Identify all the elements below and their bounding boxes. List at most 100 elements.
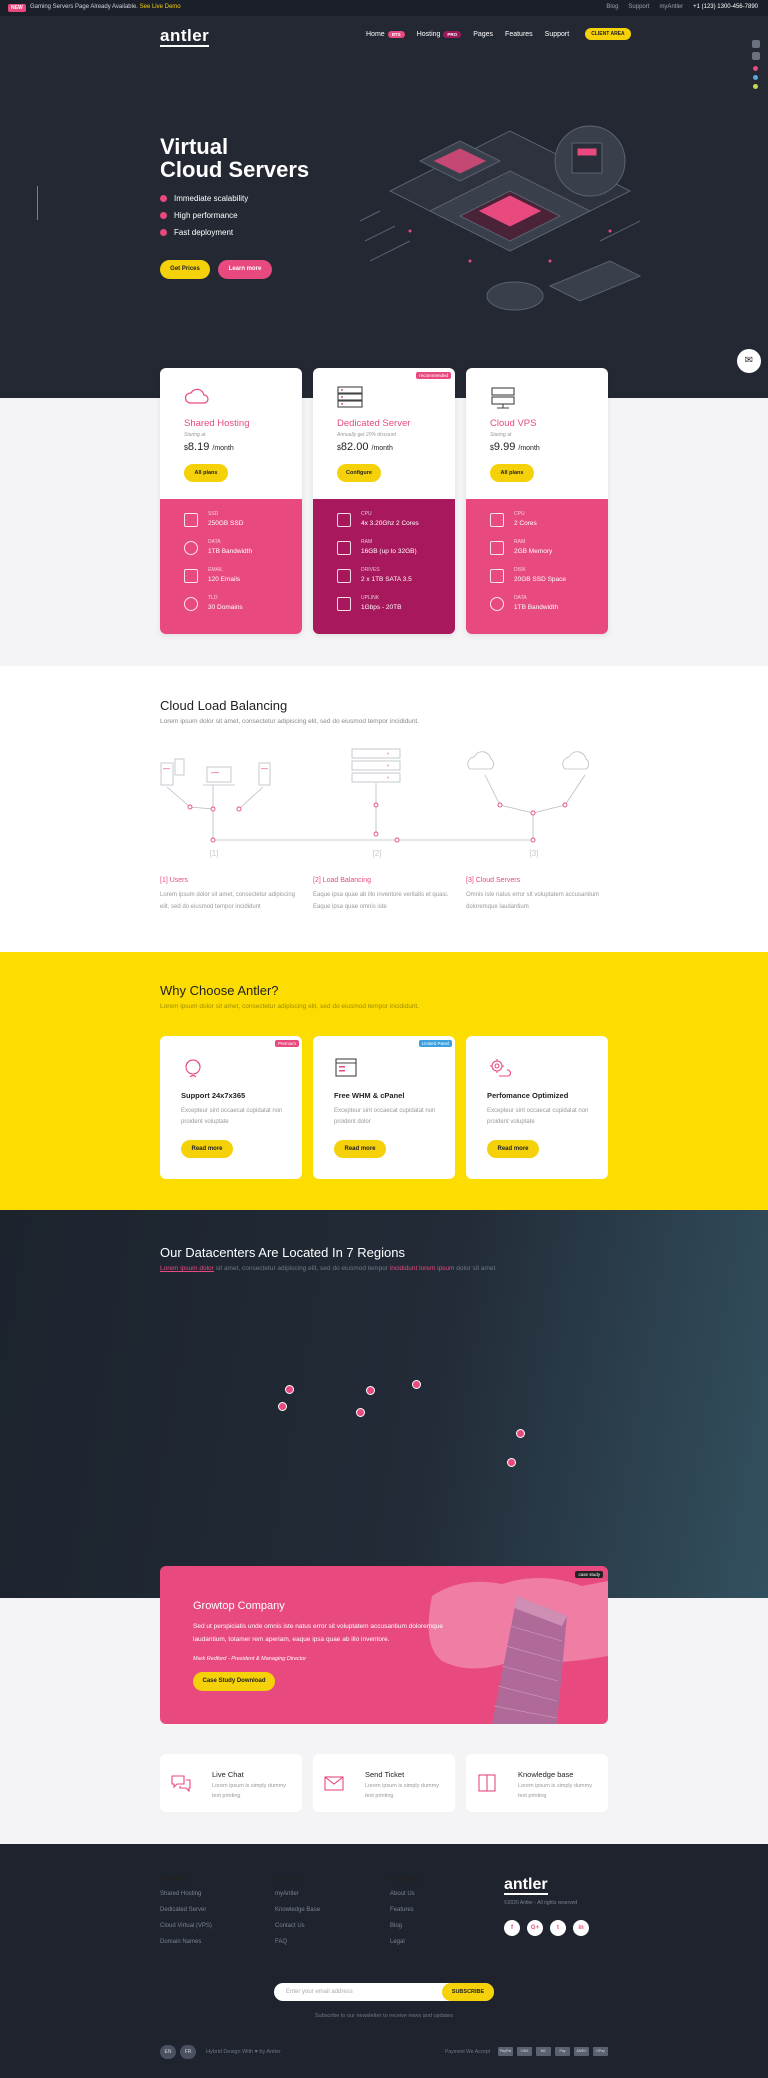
all-plans-button[interactable]: All plans	[184, 464, 228, 482]
price-period: /month	[518, 445, 540, 452]
datacenter-pin[interactable]	[356, 1408, 365, 1417]
feature-card-title: Free WHM & cPanel	[334, 1091, 405, 1100]
lb-column-title: [2] Load Balancing	[313, 877, 371, 884]
support-card-title: Knowledge base	[518, 1770, 574, 1779]
facebook-icon[interactable]: f	[504, 1920, 520, 1936]
mail-float-button[interactable]: ✉	[737, 349, 761, 373]
myantler-link[interactable]: myAntler	[659, 4, 683, 10]
color-swatch-green[interactable]	[753, 84, 758, 89]
client-area-button[interactable]: CLIENT AREA	[585, 28, 631, 40]
amex-icon: AMEX	[574, 2047, 589, 2056]
new-badge: NEW	[8, 4, 26, 12]
live-demo-link[interactable]: See Live Demo	[140, 4, 181, 10]
nav-support[interactable]: Support	[545, 31, 570, 38]
footer-link[interactable]: Shared Hosting	[160, 1891, 212, 1907]
mastercard-icon: MC	[536, 2047, 551, 2056]
footer-link[interactable]: Legal	[390, 1939, 422, 1955]
footer-link[interactable]: FAQ	[275, 1939, 320, 1955]
book-icon	[478, 1774, 496, 1792]
subscribe-form: Enter your email address SUBSCRIBE	[274, 1983, 494, 2001]
footer-link[interactable]: myAntler	[275, 1891, 320, 1907]
footer	[0, 1844, 768, 2078]
feature-item: Fast deployment	[160, 224, 248, 241]
all-plans-button[interactable]: All plans	[490, 464, 534, 482]
spec-value: 4x 3.20Ghz 2 Cores	[361, 520, 419, 527]
feature-item: High performance	[160, 207, 248, 224]
server-icon	[491, 387, 515, 409]
spec-label: SSD	[208, 511, 219, 517]
support-card[interactable]: Knowledge base Lorem ipsum is simply dum…	[466, 1754, 608, 1812]
footer-logo[interactable]: antler	[504, 1876, 548, 1895]
case-study-text: Sed ut perspiciatis unde omnis iste natu…	[193, 1623, 444, 1643]
drive-icon	[337, 569, 351, 583]
linkedin-icon[interactable]: in	[573, 1920, 589, 1936]
plan-price: $82.00 /month	[337, 441, 393, 453]
read-more-button[interactable]: Read more	[181, 1140, 233, 1158]
nav-features[interactable]: Features	[505, 31, 533, 38]
datacenter-pin[interactable]	[285, 1385, 294, 1394]
memory-icon	[490, 541, 504, 555]
spec-value: 2 Cores	[514, 520, 537, 527]
language-en[interactable]: EN	[160, 2045, 176, 2059]
spec-label: DISK	[514, 567, 526, 573]
datacenter-pin[interactable]	[412, 1380, 421, 1389]
footer-link[interactable]: Contact Us	[275, 1923, 320, 1939]
uplink-icon	[337, 597, 351, 611]
read-more-button[interactable]: Read more	[334, 1140, 386, 1158]
envelope-icon	[324, 1776, 344, 1791]
google-plus-icon[interactable]: G+	[527, 1920, 543, 1936]
spec-value: 1Gbps - 20TB	[361, 604, 402, 611]
logo[interactable]: antler	[160, 26, 210, 47]
footer-link[interactable]: Domain Names	[160, 1939, 212, 1955]
footer-link[interactable]: Knowledge Base	[275, 1907, 320, 1923]
language-fr[interactable]: FR	[180, 2045, 196, 2059]
footer-link[interactable]: Blog	[390, 1923, 422, 1939]
nav-hosting[interactable]: Hosting PRO	[417, 30, 462, 38]
section-subtitle: Lorem ipsum dolor sit amet, consectetur …	[160, 1265, 495, 1272]
case-study-download-button[interactable]: Case Study Download	[193, 1672, 275, 1691]
case-study-tag: case study	[575, 1571, 603, 1578]
phone-link[interactable]: +1 (123) 1300-456-7890	[693, 4, 758, 10]
footer-link[interactable]: Cloud Virtual (VPS)	[160, 1923, 212, 1939]
blog-link[interactable]: Blog	[606, 4, 618, 10]
learn-more-button[interactable]: Learn more	[218, 260, 272, 279]
datacenter-pin[interactable]	[278, 1402, 287, 1411]
subscribe-button[interactable]: SUBSCRIBE	[442, 1983, 494, 2001]
price-value: 9.99	[493, 441, 516, 453]
spec-label: RAM	[361, 539, 373, 545]
configure-button[interactable]: Configure	[337, 464, 381, 482]
support-card[interactable]: Live Chat Lorem ipsum is simply dummy te…	[160, 1754, 302, 1812]
gear-cloud-icon	[490, 1059, 511, 1077]
color-swatch-pink[interactable]	[753, 66, 758, 71]
plan-starting: Annually get 20% discount	[337, 432, 396, 438]
pricing-card-vps: Cloud VPS Staring at $9.99 /month All pl…	[466, 368, 608, 634]
subscribe-note: Subscribe to our newsletter to receive n…	[314, 2013, 454, 2019]
cart-icon[interactable]	[752, 40, 760, 48]
settings-icon[interactable]	[752, 52, 760, 60]
subtitle-text: sit amet, consectetur adipiscing elit, s…	[215, 1265, 388, 1272]
nav-home[interactable]: Home BTS	[366, 30, 405, 38]
footer-link[interactable]: About Us	[390, 1891, 422, 1907]
support-card[interactable]: Send Ticket Lorem ipsum is simply dummy …	[313, 1754, 455, 1812]
cloud-icon	[184, 388, 209, 404]
datacenter-pin[interactable]	[366, 1386, 375, 1395]
spec-label: DATA	[514, 595, 527, 601]
footer-link[interactable]: Features	[390, 1907, 422, 1923]
get-prices-button[interactable]: Get Prices	[160, 260, 210, 279]
hero-features: Immediate scalability High performance F…	[160, 190, 248, 241]
email-input[interactable]: Enter your email address	[286, 1989, 353, 1995]
color-swatch-blue[interactable]	[753, 75, 758, 80]
datacenter-pin[interactable]	[516, 1429, 525, 1438]
support-link[interactable]: Support	[628, 4, 649, 10]
twitter-icon[interactable]: t	[550, 1920, 566, 1936]
feature-card: Premium Support 24x7x365 Excepteur sint …	[160, 1036, 302, 1179]
footer-link[interactable]: Dedicated Server	[160, 1907, 212, 1923]
read-more-button[interactable]: Read more	[487, 1140, 539, 1158]
subtitle-link[interactable]: Lorem ipsum dolor	[160, 1265, 214, 1272]
check-dot-icon	[160, 229, 167, 236]
check-dot-icon	[160, 195, 167, 202]
nav-pages[interactable]: Pages	[473, 31, 493, 38]
subtitle-link[interactable]: incididunt lorem ipsum	[390, 1265, 455, 1272]
datacenter-pin[interactable]	[507, 1458, 516, 1467]
memory-icon	[337, 541, 351, 555]
